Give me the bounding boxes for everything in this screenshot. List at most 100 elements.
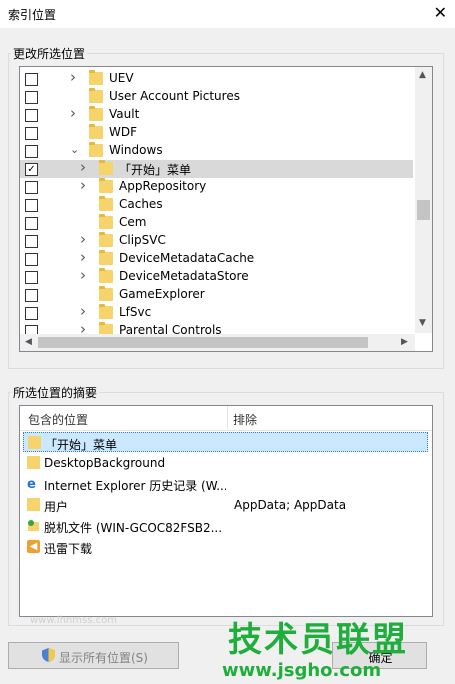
title-bar: 索引位置 ✕ — [0, 0, 455, 28]
chevron-right-icon[interactable]: › — [80, 158, 86, 176]
close-icon[interactable]: ✕ — [434, 3, 447, 22]
tree-item-label: Windows — [109, 143, 163, 157]
tree-horizontal-scrollbar[interactable]: ◀ ▶ — [20, 334, 415, 351]
tree-row[interactable]: › AppRepository — [20, 176, 413, 196]
tree-row[interactable]: User Account Pictures — [20, 88, 413, 106]
tree-checkbox[interactable] — [25, 199, 38, 212]
summary-row[interactable]: e Internet Explorer 历史记录 (W... — [23, 474, 428, 494]
summary-row[interactable]: ◀ 迅雷下载 — [23, 537, 428, 557]
tree-item-label: GameExplorer — [119, 287, 205, 301]
folder-icon — [89, 88, 103, 103]
tree-item-label: DeviceMetadataCache — [119, 251, 255, 265]
folder-icon — [89, 142, 103, 157]
tree-row[interactable]: Caches — [20, 196, 413, 214]
tree-row[interactable]: › DeviceMetadataStore — [20, 266, 413, 286]
shield-icon — [42, 648, 55, 662]
tree-item-label: UEV — [109, 71, 134, 85]
tree-checkbox[interactable]: ✓ — [25, 163, 38, 176]
tree-row[interactable]: › LfSvc — [20, 302, 413, 322]
tree-checkbox[interactable] — [25, 127, 38, 140]
folder-icon — [27, 498, 40, 511]
tree-item-label: Cem — [119, 215, 147, 229]
tree-item-label: LfSvc — [119, 305, 152, 319]
tree-item-label: User Account Pictures — [109, 89, 240, 103]
tree-checkbox[interactable] — [25, 91, 38, 104]
summary-row[interactable]: 「开始」菜单 — [23, 432, 428, 452]
folder-icon — [27, 456, 40, 469]
window-title: 索引位置 — [8, 8, 57, 22]
tree-checkbox[interactable] — [25, 271, 38, 284]
summary-list[interactable]: 包含的位置 排除 「开始」菜单 DesktopBackground e Interne… — [19, 405, 433, 617]
chevron-down-icon[interactable]: ⌄ — [70, 143, 79, 156]
tree-row[interactable]: › DeviceMetadataCache — [20, 248, 413, 268]
location-tree[interactable]: › Parental Controls › LfSvc GameExplorer › Dev… — [19, 66, 433, 352]
col-excluded-header[interactable]: 排除 — [233, 411, 257, 428]
tree-row[interactable]: › Vault — [20, 104, 413, 124]
summary-location-name: 迅雷下载 — [44, 542, 93, 556]
tree-row[interactable]: ⌄ Windows — [20, 142, 413, 160]
tree-row[interactable]: › ClipSVC — [20, 230, 413, 250]
summary-header: 包含的位置 排除 — [20, 406, 432, 431]
change-locations-label: 更改所选位置 — [11, 45, 88, 62]
tree-item-label: 「开始」菜单 — [119, 163, 192, 177]
tree-vertical-scrollbar[interactable]: ▲ ▼ — [415, 67, 432, 333]
folder-icon — [28, 436, 41, 449]
summary-group-label: 所选位置的摘要 — [11, 384, 100, 401]
tree-checkbox[interactable] — [25, 289, 38, 302]
folder-icon — [99, 196, 113, 211]
faint-watermark: www.lhnmss.com — [30, 615, 117, 626]
tree-item-label: DeviceMetadataStore — [119, 269, 249, 283]
scroll-down-icon[interactable]: ▼ — [419, 318, 426, 328]
folder-icon — [99, 160, 113, 175]
tree-checkbox[interactable] — [25, 307, 38, 320]
tree-checkbox[interactable] — [25, 253, 38, 266]
tree-checkbox[interactable] — [25, 73, 38, 86]
summary-location-name: Internet Explorer 历史记录 (W... — [44, 479, 226, 493]
thunder-download-icon: ◀ — [27, 540, 40, 553]
col-included-header[interactable]: 包含的位置 — [28, 411, 88, 428]
chevron-right-icon[interactable]: › — [80, 266, 86, 284]
chevron-right-icon[interactable]: › — [70, 68, 76, 86]
tree-item-label: Caches — [119, 197, 163, 211]
tree-item-label: ClipSVC — [119, 233, 166, 247]
tree-row[interactable]: ✓ › 「开始」菜单 — [20, 158, 413, 178]
tree-row[interactable]: › UEV — [20, 68, 413, 88]
internet-explorer-icon: e — [27, 477, 36, 492]
summary-row[interactable]: 脱机文件 (WIN-GCOC82FSB2... — [23, 516, 428, 536]
folder-icon — [99, 232, 113, 247]
summary-location-name: 脱机文件 (WIN-GCOC82FSB2... — [44, 521, 223, 535]
tree-row[interactable]: Cem — [20, 214, 413, 232]
tree-checkbox[interactable] — [25, 145, 38, 158]
tree-row[interactable]: GameExplorer — [20, 286, 413, 304]
summary-row[interactable]: 用户 AppData; AppData — [23, 495, 428, 515]
folder-icon — [99, 304, 113, 319]
tree-row[interactable]: WDF — [20, 124, 413, 142]
chevron-right-icon[interactable]: › — [80, 302, 86, 320]
summary-row[interactable]: DesktopBackground — [23, 453, 428, 473]
tree-checkbox[interactable] — [25, 109, 38, 122]
show-all-locations-button[interactable]: 显示所有位置(S) — [8, 642, 179, 669]
summary-location-name: 用户 — [44, 500, 69, 514]
scroll-right-icon[interactable]: ▶ — [401, 337, 408, 347]
scroll-left-icon[interactable]: ◀ — [25, 337, 32, 347]
horizontal-scroll-thumb[interactable] — [38, 337, 368, 348]
tree-checkbox[interactable] — [25, 181, 38, 194]
folder-icon — [99, 250, 113, 265]
vertical-scroll-thumb[interactable] — [417, 200, 430, 220]
folder-icon — [99, 268, 113, 283]
tree-checkbox[interactable] — [25, 217, 38, 230]
chevron-right-icon[interactable]: › — [70, 104, 76, 122]
offline-files-icon — [27, 519, 40, 532]
watermark-logo-text: 技术员联盟 — [228, 620, 408, 660]
watermark-url: www.jsgho.com — [222, 660, 382, 681]
column-divider[interactable] — [227, 406, 228, 430]
tree-item-label: WDF — [109, 125, 138, 139]
folder-icon — [99, 286, 113, 301]
chevron-right-icon[interactable]: › — [80, 230, 86, 248]
tree-checkbox[interactable] — [25, 235, 38, 248]
chevron-right-icon[interactable]: › — [80, 176, 86, 194]
show-all-label: 显示所有位置(S) — [59, 651, 148, 665]
scroll-up-icon[interactable]: ▲ — [419, 70, 426, 80]
folder-icon — [89, 124, 103, 139]
chevron-right-icon[interactable]: › — [80, 248, 86, 266]
